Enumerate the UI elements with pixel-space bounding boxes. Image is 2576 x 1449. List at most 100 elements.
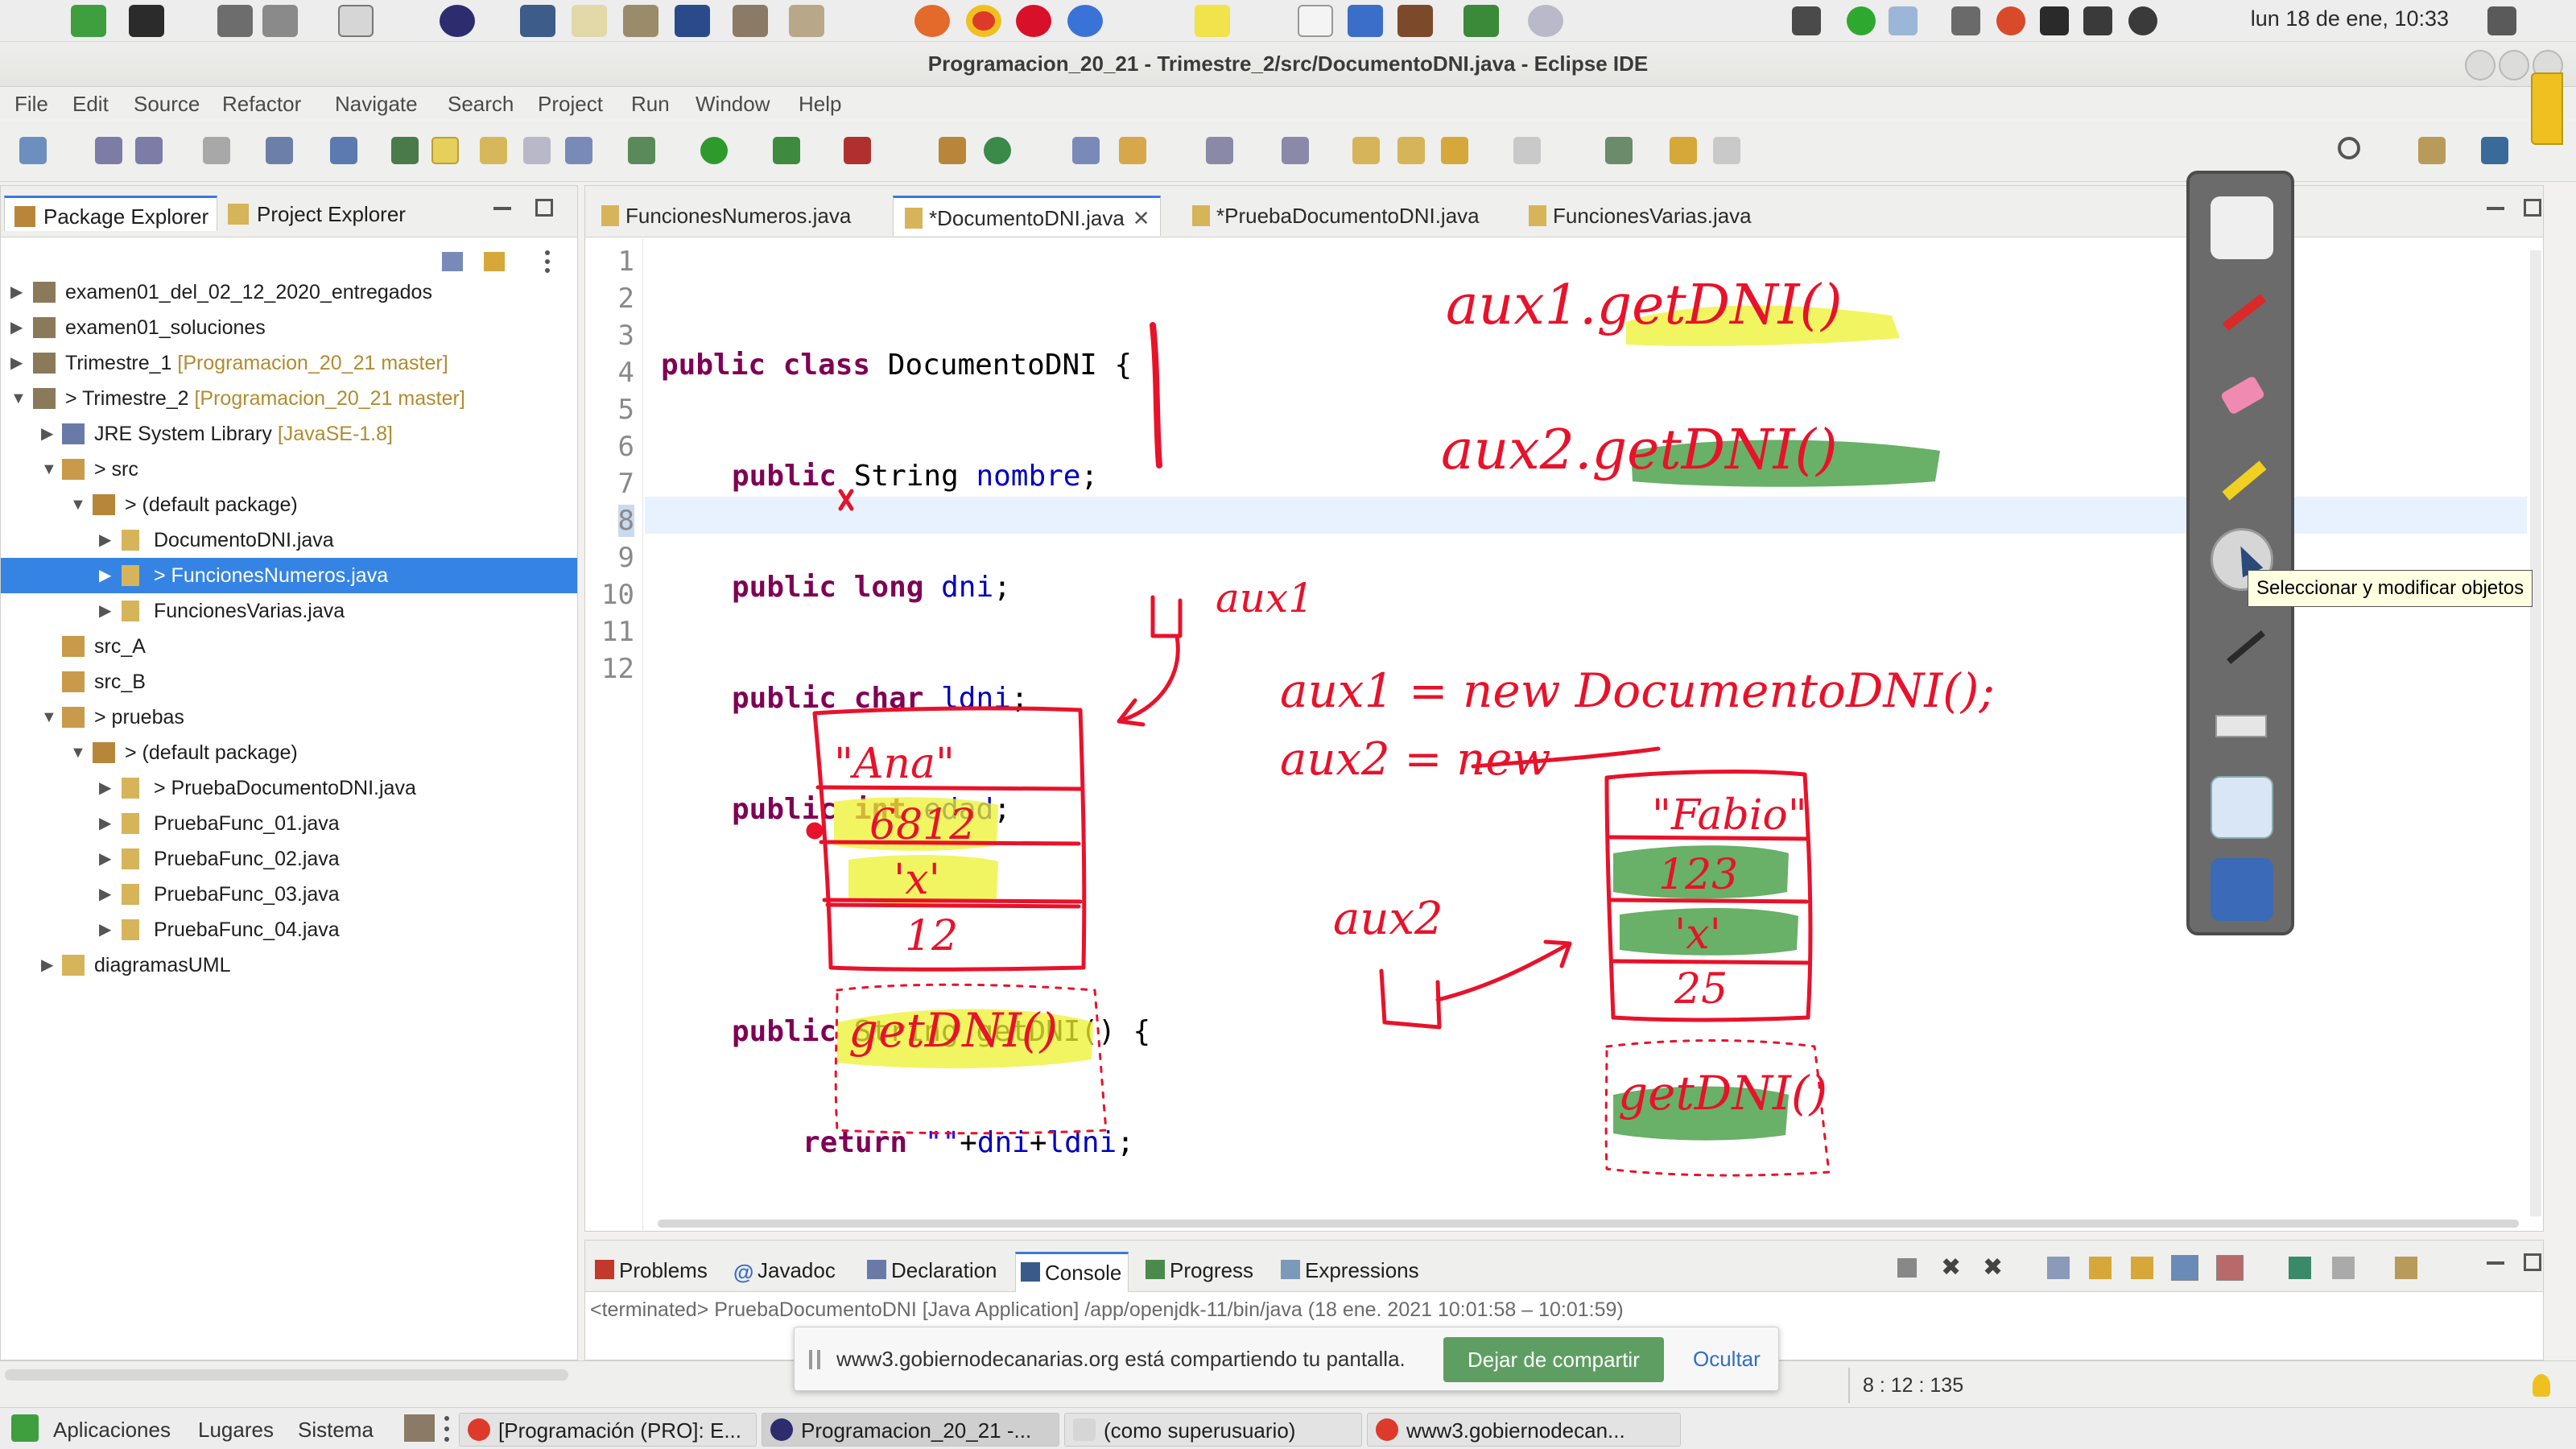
tab-documento-dni[interactable]: *DocumentoDNI.java ✕ <box>893 196 1161 236</box>
terminal-icon[interactable] <box>129 5 164 37</box>
firefox-icon[interactable] <box>914 5 950 37</box>
maximize-bottom-icon[interactable] <box>2524 1253 2541 1271</box>
menu-places[interactable]: Lugares <box>198 1418 274 1443</box>
pin-editor-icon[interactable] <box>1605 137 1633 164</box>
puzzle-icon[interactable] <box>623 5 658 37</box>
menu-project[interactable]: Project <box>538 92 603 117</box>
git-icon[interactable] <box>391 137 419 164</box>
prev-edit-icon[interactable] <box>1282 137 1309 164</box>
microphone-icon[interactable] <box>2128 6 2157 35</box>
folder-icon[interactable] <box>733 5 768 37</box>
eraser-icon[interactable] <box>2211 364 2273 427</box>
tree-item[interactable]: ▼ > pruebas <box>1 700 577 735</box>
calculator-icon[interactable] <box>217 5 253 37</box>
tree-item[interactable]: ▼ > src <box>1 452 577 487</box>
menu-file[interactable]: File <box>14 92 48 117</box>
task-chrome-gobierno[interactable]: www3.gobiernodecan... <box>1367 1413 1681 1447</box>
new-java-project-icon[interactable] <box>939 137 966 164</box>
forward-icon[interactable] <box>1513 137 1541 164</box>
close-tab-icon[interactable]: ✕ <box>1133 206 1150 230</box>
tree-item[interactable]: ▶ PruebaFunc_01.java <box>1 806 577 841</box>
tab-progress[interactable]: Progress <box>1141 1252 1260 1283</box>
remove-all-icon[interactable]: ✖ <box>1983 1253 2003 1282</box>
tree-item[interactable]: ▶ > PruebaDocumentoDNI.java <box>1 770 577 806</box>
terminal-toolbar-icon[interactable] <box>266 137 293 164</box>
tree-item[interactable]: ▶ FuncionesVarias.java <box>1 593 577 629</box>
tray-eye-icon[interactable] <box>1889 6 1918 35</box>
tab-package-explorer[interactable]: Package Explorer <box>4 196 218 231</box>
clock[interactable]: lun 18 de ene, 10:33 <box>2251 6 2449 31</box>
horizontal-scrollbar[interactable] <box>658 1220 2519 1228</box>
back-edit-icon[interactable] <box>1397 137 1425 164</box>
search-icon[interactable] <box>2338 137 2360 159</box>
vertical-scrollbar[interactable] <box>2530 250 2541 1216</box>
maximize-view-icon[interactable] <box>535 199 553 217</box>
show-on-error-icon[interactable] <box>2216 1255 2244 1281</box>
tree-item[interactable]: ▶ Trimestre_1 [Programacion_20_21 master] <box>1 345 577 381</box>
open-console-icon[interactable] <box>2395 1257 2417 1279</box>
apps-menu-icon[interactable] <box>11 1414 39 1442</box>
tab-problems[interactable]: Problems <box>590 1252 714 1283</box>
tree-item[interactable]: ▶ PruebaFunc_02.java <box>1 841 577 877</box>
open-type-icon[interactable] <box>1072 137 1100 164</box>
chrome-icon[interactable] <box>966 5 1001 37</box>
tree-item[interactable]: src_B <box>1 664 577 700</box>
bird-icon[interactable] <box>520 5 555 37</box>
tree-item[interactable]: ▶ JRE System Library [JavaSE-1.8] <box>1 416 577 452</box>
lightbulb-icon[interactable] <box>2533 1374 2550 1397</box>
next-annotation-icon[interactable] <box>480 137 507 164</box>
redo-icon[interactable] <box>1713 137 1740 164</box>
archive-icon[interactable] <box>789 5 824 37</box>
save-icon[interactable] <box>95 137 122 164</box>
system-monitor-icon[interactable] <box>262 5 298 37</box>
tree-item[interactable]: ▼ > (default package) <box>1 487 577 522</box>
notes-icon[interactable] <box>572 5 607 37</box>
tree-item[interactable]: ▼ > Trimestre_2 [Programacion_20_21 maste… <box>1 381 577 416</box>
open-perspective-icon[interactable] <box>2418 137 2446 164</box>
tree-item[interactable]: src_A <box>1 629 577 664</box>
menu-window[interactable]: Window <box>696 92 770 117</box>
screen-shade-icon[interactable] <box>2211 858 2273 921</box>
writer-icon[interactable] <box>1348 5 1383 37</box>
show-desktop-icon[interactable] <box>2487 6 2516 35</box>
menu-applications[interactable]: Aplicaciones <box>53 1418 171 1443</box>
skip-breakpoints-icon[interactable] <box>330 137 357 164</box>
display-console-icon[interactable] <box>2332 1257 2355 1279</box>
word-wrap-icon[interactable] <box>2131 1257 2153 1279</box>
tree-item[interactable]: ▶ diagramasUML <box>1 947 577 983</box>
menu-source[interactable]: Source <box>134 92 200 117</box>
tray-settings-icon[interactable] <box>1792 6 1821 35</box>
opera-icon[interactable] <box>1016 5 1051 37</box>
menu-help[interactable]: Help <box>799 92 841 117</box>
tree-item[interactable]: ▶ DocumentoDNI.java <box>1 522 577 558</box>
menu-run[interactable]: Run <box>631 92 670 117</box>
chat-icon[interactable] <box>338 5 374 37</box>
tools-icon[interactable] <box>1463 5 1499 37</box>
menu-edit[interactable]: Edit <box>72 92 109 117</box>
tray-signal-icon[interactable] <box>1951 6 1980 35</box>
whitespace-icon[interactable] <box>565 137 592 164</box>
menu-search[interactable]: Search <box>448 92 514 117</box>
coverage-icon[interactable] <box>773 137 800 164</box>
tab-javadoc[interactable]: @ Javadoc <box>729 1252 842 1284</box>
text-editor-icon[interactable] <box>1298 5 1333 37</box>
tray-check-icon[interactable] <box>1847 6 1876 35</box>
undo-icon[interactable] <box>1670 137 1697 164</box>
back-icon[interactable] <box>1441 137 1468 164</box>
debug-icon[interactable] <box>628 137 655 164</box>
pen-tool-icon[interactable] <box>2211 615 2273 678</box>
tray-updates-icon[interactable] <box>1996 6 2025 35</box>
highlight-toggle-icon[interactable] <box>431 137 459 164</box>
java-perspective-icon[interactable] <box>2481 137 2508 164</box>
minimize-editor-icon[interactable] <box>2487 207 2504 210</box>
eclipse-icon[interactable] <box>440 5 475 37</box>
app-launcher-icon[interactable] <box>71 5 106 37</box>
minimize-bottom-icon[interactable] <box>2487 1261 2504 1265</box>
task-eclipse[interactable]: Programacion_20_21 -... <box>762 1413 1059 1447</box>
tab-prueba-documento-dni[interactable]: *PruebaDocumentoDNI.java <box>1181 196 1489 236</box>
tree-item[interactable]: ▶ PruebaFunc_04.java <box>1 912 577 947</box>
external-tools-icon[interactable] <box>844 137 871 164</box>
tree-item[interactable]: ▶ examen01_del_02_12_2020_entregados <box>1 275 577 310</box>
whiteboard-pen-icon[interactable] <box>2211 196 2273 259</box>
task-superuser[interactable]: (como superusuario) <box>1064 1413 1362 1447</box>
